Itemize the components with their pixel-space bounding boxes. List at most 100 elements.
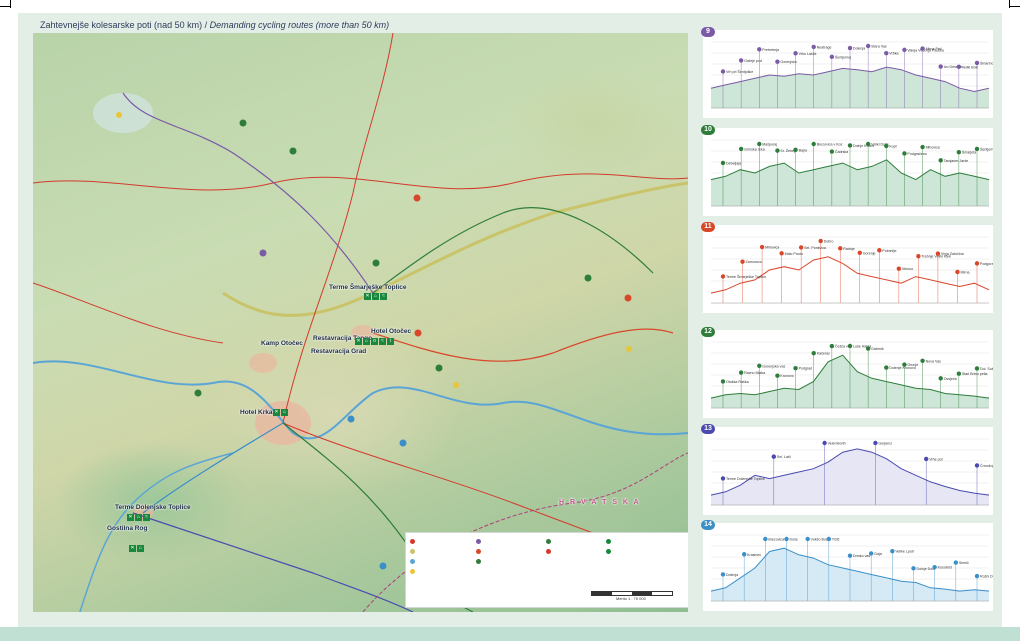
station-label: Gorjanci	[878, 442, 892, 446]
station-marker	[738, 58, 744, 63]
station-marker	[938, 376, 943, 381]
elevation-profile-14[interactable]: 14 Dolenja Krasinec Brezovica Duše Vokšo Bos…	[701, 520, 993, 611]
station-marker	[916, 253, 921, 259]
station-marker	[818, 238, 823, 244]
station-label: Šentjernej	[980, 146, 993, 151]
route-badge: 10	[701, 125, 715, 135]
station-marker	[884, 143, 889, 149]
station-marker	[775, 59, 780, 64]
route-badge: 13	[701, 424, 715, 434]
station-label: Terme Dolenjske Toplice	[726, 477, 765, 481]
bottom-band	[0, 627, 1020, 641]
restaurant-icon: ✕	[127, 514, 134, 521]
station-marker	[935, 251, 941, 256]
station-marker	[932, 564, 937, 570]
station-marker	[759, 244, 765, 250]
station-marker	[938, 158, 943, 163]
station-label: Veliki Bnik	[962, 65, 979, 69]
elevation-profile-9[interactable]: 9 Vrh pri Šentjoške Gabrje pod Pretreterja…	[701, 27, 993, 118]
station-label: Podgrad	[799, 367, 813, 371]
amenity-icons: ✕ ⌂ ≈	[127, 514, 150, 521]
station-marker	[902, 47, 907, 53]
station-marker	[938, 64, 943, 69]
station-label: Nova Vas	[926, 359, 942, 363]
station-marker	[920, 46, 925, 51]
station-marker	[873, 440, 878, 446]
station-marker	[877, 248, 882, 253]
station-marker	[896, 266, 902, 271]
station-label: Velike Ljudi	[895, 550, 913, 554]
station-marker	[902, 151, 907, 156]
route-badge: 14	[701, 520, 715, 530]
station-label: Mihovica	[765, 246, 779, 250]
elevation-profile-12[interactable]: 12 Otoška Raška Ravno Mlaka Gorenjska vas K…	[701, 327, 993, 418]
crop-mark	[0, 6, 10, 7]
profile-chart: DolenjaKrasinecBrezovica Duše Vokšo Bosn Tr…	[710, 534, 993, 602]
crop-mark	[10, 0, 11, 8]
legend-item	[546, 539, 551, 544]
station-marker	[920, 144, 925, 150]
station-label: Radnje	[843, 247, 854, 251]
topographic-map[interactable]: Terme Šmarješke Toplice ✕ ⌂ ≈ Hotel Otočec…	[33, 33, 688, 612]
profile-chart: Otoška Raška Ravno Mlaka Gorenjska vas Kron…	[710, 341, 993, 409]
spa-icon: ≈	[380, 293, 387, 300]
station-label: Pobrežje	[882, 249, 896, 253]
amenity-icons: ✕ ⌂	[129, 545, 144, 552]
station-label: Šmartno	[980, 60, 993, 65]
profile-chart: DebeljajaGrmska rekaMašporajSr. Žeheje Ba…	[710, 139, 993, 207]
elevation-profile-13[interactable]: 13 Terme Dolenjske Toplice Sel. Laši Velem…	[701, 424, 993, 515]
station-label: Gorenjsko	[780, 60, 796, 64]
station-marker	[902, 362, 907, 367]
station-label: Šentjernej	[835, 54, 851, 59]
route-badge: 11	[701, 222, 715, 232]
station-marker	[847, 343, 853, 349]
spa-icon: ≈	[379, 338, 386, 345]
amenity-icons: ✕ ⌂	[273, 409, 288, 416]
station-label: Gorenje	[863, 251, 876, 255]
elevation-profile-10[interactable]: 10 Debeljaja Grmska reka Mašporaj Sr. Žehej…	[701, 125, 993, 216]
place-label-terme-dolenjske: Terme Dolenjske Toplice	[115, 504, 191, 511]
station-marker	[956, 64, 962, 70]
station-marker	[757, 47, 762, 52]
elevation-profile-11[interactable]: 11 Terme Šmarješke Toplice Zamurovo Mihovi…	[701, 222, 993, 313]
legend-item	[410, 549, 415, 554]
legend-item	[476, 539, 481, 544]
station-label: Stari Brtno pelia	[962, 372, 988, 376]
station-label: Semič	[959, 561, 969, 565]
station-marker	[720, 476, 726, 481]
station-label: Stara Vas	[871, 45, 887, 49]
station-label: Gaja	[874, 552, 882, 556]
station-marker	[779, 251, 784, 256]
station-marker	[775, 373, 780, 378]
station-marker	[811, 141, 816, 147]
legend-item	[410, 569, 415, 574]
station-label: Ovsječa	[944, 377, 957, 381]
station-marker	[829, 149, 835, 154]
station-label: Gabrnik	[871, 347, 884, 351]
station-marker	[757, 141, 762, 147]
restaurant-icon: ✕	[355, 338, 362, 345]
station-marker	[784, 536, 789, 542]
station-marker	[868, 551, 874, 556]
station-marker	[974, 366, 980, 371]
station-marker	[826, 536, 832, 542]
station-marker	[847, 143, 853, 148]
page-title: Zahtevnejše kolesarske poti (nad 50 km) …	[40, 20, 389, 30]
station-marker	[865, 346, 871, 351]
station-label: Pretreterja	[762, 48, 779, 52]
station-label: Mihovica	[926, 146, 940, 150]
station-label: Zamurovo	[746, 260, 762, 264]
station-label: Grunje	[907, 363, 918, 367]
station-label: Kronovo	[780, 374, 793, 378]
station-label: Debeljaja	[726, 161, 741, 165]
station-label: Dolenja	[726, 573, 738, 577]
station-marker	[798, 245, 804, 250]
crop-mark	[1010, 6, 1020, 7]
country-label-hrvatska: H R V A T S K A	[559, 499, 641, 506]
station-label: Šmarjeta	[962, 150, 976, 155]
station-label: Mašporaj	[762, 143, 777, 147]
station-marker	[811, 44, 816, 50]
legend-item	[476, 559, 481, 564]
station-marker	[974, 463, 980, 468]
station-label: Dobro	[824, 240, 834, 244]
